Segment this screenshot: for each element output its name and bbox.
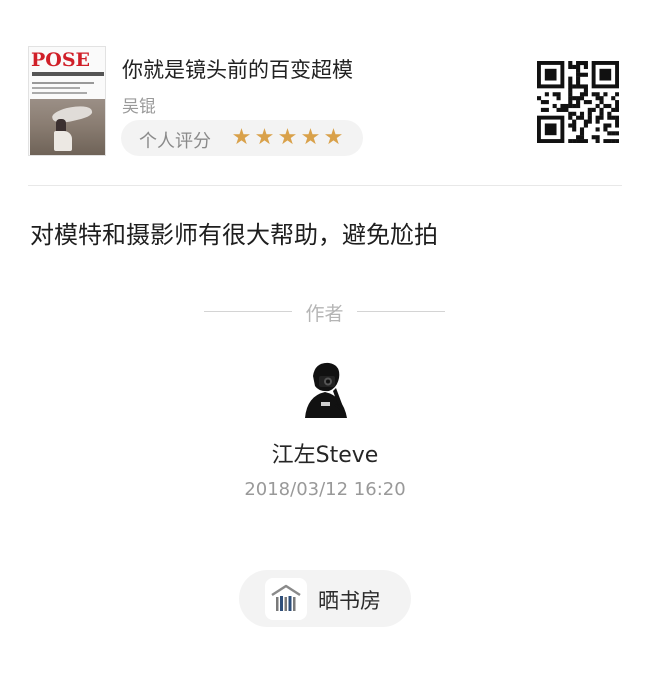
book-cover[interactable]: POSE	[28, 46, 106, 156]
star-icon: ★	[323, 125, 344, 150]
rating-stars: ★ ★ ★ ★ ★	[230, 126, 345, 150]
cover-photo	[30, 99, 105, 155]
rating-label: 个人评分	[139, 131, 211, 152]
rating-pill: 个人评分 ★ ★ ★ ★ ★	[121, 120, 363, 156]
share-bookshelf-button[interactable]: 晒书房	[239, 570, 411, 627]
qr-code-icon[interactable]	[537, 61, 619, 143]
star-icon: ★	[254, 125, 275, 150]
divider-line-left	[204, 311, 292, 312]
divider	[28, 185, 622, 186]
review-text: 对模特和摄影师有很大帮助，避免尬拍	[30, 221, 438, 249]
cover-title: POSE	[31, 49, 91, 71]
bookshelf-icon	[265, 578, 307, 620]
divider-line-right	[357, 311, 445, 312]
star-icon: ★	[300, 125, 321, 150]
star-icon: ★	[231, 125, 252, 150]
author-section-label: 作者	[305, 303, 344, 325]
post-timestamp: 2018/03/12 16:20	[244, 479, 406, 500]
share-bookshelf-label: 晒书房	[318, 589, 381, 613]
book-author: 吴锟	[122, 97, 156, 117]
star-icon: ★	[277, 125, 298, 150]
book-title[interactable]: 你就是镜头前的百变超模	[122, 54, 353, 84]
cover-text-line	[32, 82, 94, 84]
cover-subtitle-bar	[32, 72, 104, 76]
cover-text-line	[32, 92, 87, 94]
author-username[interactable]: 江左Steve	[0, 437, 650, 469]
avatar[interactable]	[295, 358, 355, 420]
cover-text-line	[32, 87, 80, 89]
